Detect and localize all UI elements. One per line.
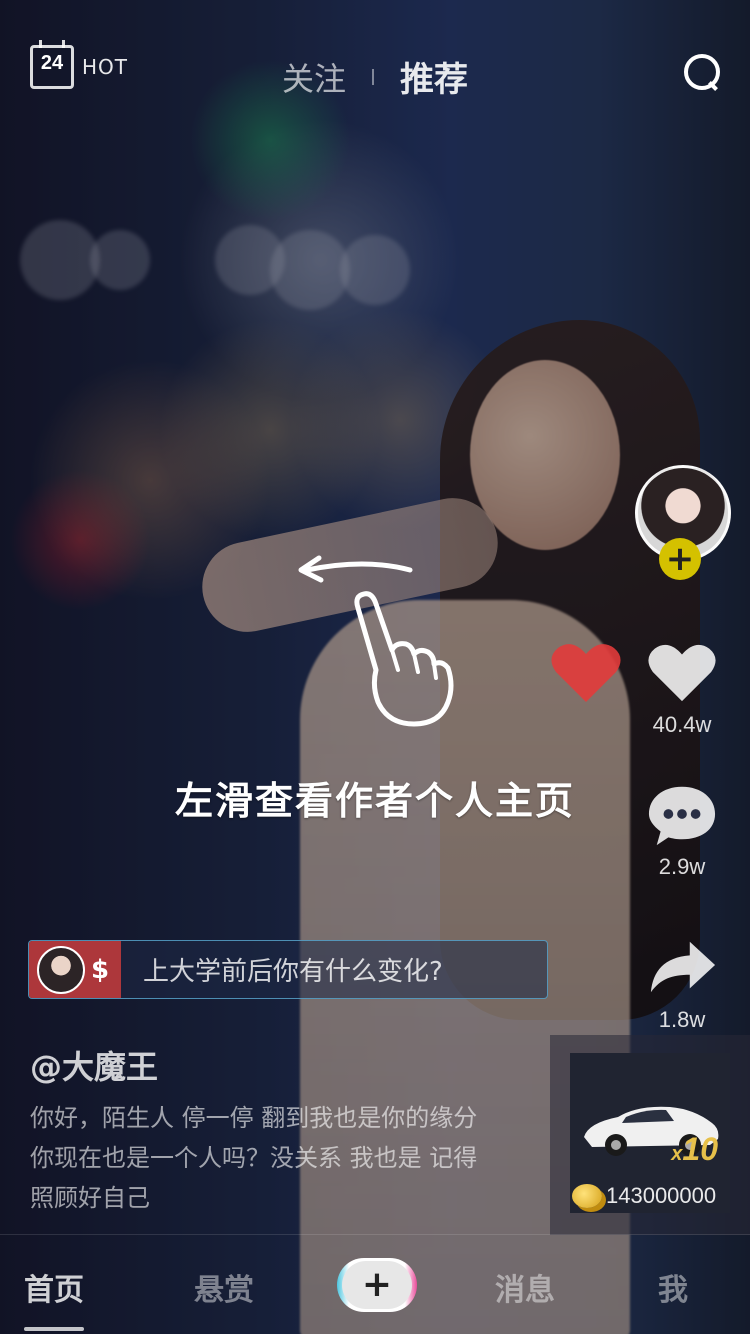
follow-plus-icon[interactable]: + [659,538,701,580]
tab-follow[interactable]: 关注 [282,54,346,100]
video-feed-screen[interactable]: 24 HOT 关注 推荐 左滑查看作者个人主页 + 40.4w 2.9w 1.8… [0,0,750,1334]
nav-active-indicator [24,1327,84,1331]
share-button[interactable]: 1.8w [642,935,722,1033]
swipe-hint-text: 左滑查看作者个人主页 [174,779,575,823]
caption-line: 你好，陌生人 停一停 翻到我也是你的缘分 [30,1104,478,1132]
feed-tabs: 关注 推荐 [0,52,750,101]
bounty-badge: $ [29,941,121,998]
share-icon [650,941,716,993]
search-icon[interactable] [684,54,720,91]
comment-icon [648,786,716,846]
coin-icon [572,1184,602,1208]
dollar-icon: $ [91,954,110,985]
author-name[interactable]: @大魔王 [30,1042,158,1088]
gift-card[interactable]: x10 143000000 [550,1035,750,1235]
plus-icon: + [342,1261,412,1309]
like-heart-icon [551,644,621,702]
share-count: 1.8w [658,1007,706,1032]
like-button[interactable]: 40.4w [642,640,722,738]
nav-home[interactable]: 首页 [24,1265,84,1309]
tab-divider [372,68,374,85]
left-arrow-icon [298,555,413,583]
top-bar: 24 HOT 关注 推荐 [0,0,750,120]
gift-panel: x10 143000000 [570,1053,730,1213]
coin-row: 143000000 [572,1183,716,1209]
hand-pointer-icon [354,591,454,727]
bounty-question-bar[interactable]: $ 上大学前后你有什么变化? [28,940,548,999]
comment-count: 2.9w [658,854,706,879]
bounty-avatar [37,945,85,994]
caption-line: 你现在也是一个人吗？没关系 我也是 记得 [30,1144,478,1172]
heart-icon [648,644,716,702]
nav-bounty[interactable]: 悬赏 [194,1265,254,1309]
nav-me[interactable]: 我 [658,1265,688,1309]
bounty-question: 上大学前后你有什么变化? [143,957,443,987]
gift-multiplier: x10 [671,1131,718,1167]
like-count: 40.4w [652,712,712,737]
comment-button[interactable]: 2.9w [642,782,722,880]
coin-count: 143000000 [606,1183,717,1208]
caption-line: 照顾好自己 [30,1184,150,1212]
nav-messages[interactable]: 消息 [495,1265,555,1309]
create-button[interactable]: + [337,1258,417,1312]
tab-recommend[interactable]: 推荐 [400,52,468,101]
post-caption: 你好，陌生人 停一停 翻到我也是你的缘分 你现在也是一个人吗？没关系 我也是 记… [30,1098,530,1218]
